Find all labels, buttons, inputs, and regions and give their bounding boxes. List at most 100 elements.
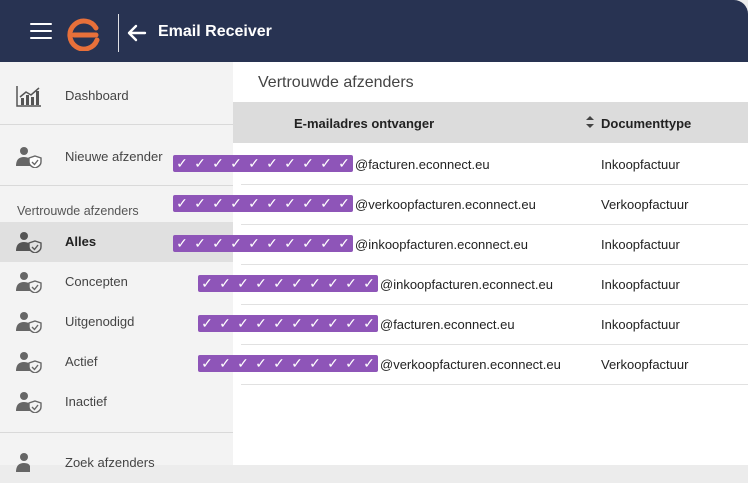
redaction-overlay: ✓ ✓ ✓ ✓ ✓ ✓ ✓ ✓ ✓ ✓ xyxy=(198,355,378,372)
check-icon: ✓ xyxy=(284,235,296,251)
check-icon: ✓ xyxy=(291,315,303,331)
check-icon: ✓ xyxy=(327,275,339,291)
check-icon: ✓ xyxy=(302,235,314,251)
check-icon: ✓ xyxy=(327,315,339,331)
doctype-cell: Inkoopfactuur xyxy=(601,237,680,252)
check-icon: ✓ xyxy=(176,235,188,251)
sidebar: Dashboard Nieuwe afzender Vertrouwde afz… xyxy=(0,62,233,472)
check-icon: ✓ xyxy=(230,235,242,251)
user-shield-icon xyxy=(16,232,42,253)
sidebar-item-label: Dashboard xyxy=(65,88,129,103)
chart-icon xyxy=(16,86,41,107)
check-icon: ✓ xyxy=(212,155,224,171)
check-icon: ✓ xyxy=(338,235,350,251)
check-icon: ✓ xyxy=(284,195,296,211)
doctype-cell: Inkoopfactuur xyxy=(601,277,680,292)
check-icon: ✓ xyxy=(248,235,260,251)
check-icon: ✓ xyxy=(345,275,357,291)
redaction-overlay: ✓ ✓ ✓ ✓ ✓ ✓ ✓ ✓ ✓ ✓ xyxy=(173,235,353,252)
check-icon: ✓ xyxy=(219,355,231,371)
check-icon: ✓ xyxy=(255,275,267,291)
user-shield-icon xyxy=(16,453,30,472)
redaction-overlay: ✓ ✓ ✓ ✓ ✓ ✓ ✓ ✓ ✓ ✓ xyxy=(198,315,378,332)
e-logo[interactable] xyxy=(66,15,102,51)
sidebar-item-label: Nieuwe afzender xyxy=(65,149,163,164)
check-icon: ✓ xyxy=(237,275,249,291)
user-shield-icon xyxy=(16,392,42,413)
app-title: Email Receiver xyxy=(158,23,272,40)
check-icon: ✓ xyxy=(309,355,321,371)
sidebar-item-label: Actief xyxy=(65,354,98,369)
doctype-cell: Verkoopfactuur xyxy=(601,357,689,372)
check-icon: ✓ xyxy=(273,275,285,291)
check-icon: ✓ xyxy=(291,275,303,291)
sidebar-item-zoek-afzenders[interactable]: Zoek afzenders xyxy=(0,443,233,483)
check-icon: ✓ xyxy=(237,355,249,371)
check-icon: ✓ xyxy=(194,155,206,171)
check-icon: ✓ xyxy=(201,275,213,291)
doctype-cell: Inkoopfactuur xyxy=(601,317,680,332)
email-cell: @facturen.econnect.eu xyxy=(355,157,490,172)
email-cell: @facturen.econnect.eu xyxy=(380,317,515,332)
hamburger-icon[interactable] xyxy=(30,23,52,40)
sidebar-item-label: Zoek afzenders xyxy=(65,455,155,470)
sidebar-item-label: Inactief xyxy=(65,394,107,409)
email-cell: @inkoopfacturen.econnect.eu xyxy=(380,277,553,292)
check-icon: ✓ xyxy=(273,355,285,371)
check-icon: ✓ xyxy=(320,195,332,211)
check-icon: ✓ xyxy=(266,155,278,171)
check-icon: ✓ xyxy=(284,155,296,171)
check-icon: ✓ xyxy=(212,195,224,211)
check-icon: ✓ xyxy=(237,315,249,331)
check-icon: ✓ xyxy=(363,315,375,331)
check-icon: ✓ xyxy=(266,195,278,211)
check-icon: ✓ xyxy=(194,195,206,211)
check-icon: ✓ xyxy=(266,235,278,251)
sidebar-divider xyxy=(0,185,233,186)
sidebar-divider xyxy=(0,124,233,125)
doctype-cell: Inkoopfactuur xyxy=(601,157,680,172)
email-cell: @verkoopfacturen.econnect.eu xyxy=(380,357,561,372)
header-divider xyxy=(118,14,119,52)
user-shield-icon xyxy=(16,352,42,373)
email-cell: @verkoopfacturen.econnect.eu xyxy=(355,197,536,212)
check-icon: ✓ xyxy=(176,155,188,171)
table-header: E-mailadres ontvanger Documenttype xyxy=(233,102,748,143)
redaction-overlay: ✓ ✓ ✓ ✓ ✓ ✓ ✓ ✓ ✓ ✓ xyxy=(198,275,378,292)
sidebar-divider xyxy=(0,432,233,433)
check-icon: ✓ xyxy=(345,315,357,331)
sidebar-item-dashboard[interactable]: Dashboard xyxy=(0,76,233,116)
doctype-cell: Verkoopfactuur xyxy=(601,197,689,212)
sidebar-item-inactief[interactable]: Inactief xyxy=(0,382,233,422)
check-icon: ✓ xyxy=(302,155,314,171)
check-icon: ✓ xyxy=(327,355,339,371)
check-icon: ✓ xyxy=(309,275,321,291)
check-icon: ✓ xyxy=(212,235,224,251)
check-icon: ✓ xyxy=(201,315,213,331)
check-icon: ✓ xyxy=(345,355,357,371)
check-icon: ✓ xyxy=(302,195,314,211)
check-icon: ✓ xyxy=(363,275,375,291)
arrow-left-icon[interactable] xyxy=(126,22,148,44)
sidebar-item-label: Concepten xyxy=(65,274,128,289)
check-icon: ✓ xyxy=(320,155,332,171)
sort-icon[interactable] xyxy=(585,115,595,129)
user-shield-icon xyxy=(16,312,42,333)
check-icon: ✓ xyxy=(219,315,231,331)
redaction-overlay: ✓ ✓ ✓ ✓ ✓ ✓ ✓ ✓ ✓ ✓ xyxy=(173,195,353,212)
user-shield-icon xyxy=(16,147,42,168)
main-content: Vertrouwde afzenders E-mailadres ontvang… xyxy=(233,62,748,465)
check-icon: ✓ xyxy=(230,195,242,211)
top-bar: Email Receiver xyxy=(0,0,748,62)
column-header-email[interactable]: E-mailadres ontvanger xyxy=(294,116,434,131)
column-header-documenttype[interactable]: Documenttype xyxy=(601,116,691,131)
check-icon: ✓ xyxy=(273,315,285,331)
check-icon: ✓ xyxy=(230,155,242,171)
user-shield-icon xyxy=(16,272,42,293)
check-icon: ✓ xyxy=(194,235,206,251)
check-icon: ✓ xyxy=(248,155,260,171)
check-icon: ✓ xyxy=(219,275,231,291)
check-icon: ✓ xyxy=(291,355,303,371)
check-icon: ✓ xyxy=(176,195,188,211)
check-icon: ✓ xyxy=(363,355,375,371)
